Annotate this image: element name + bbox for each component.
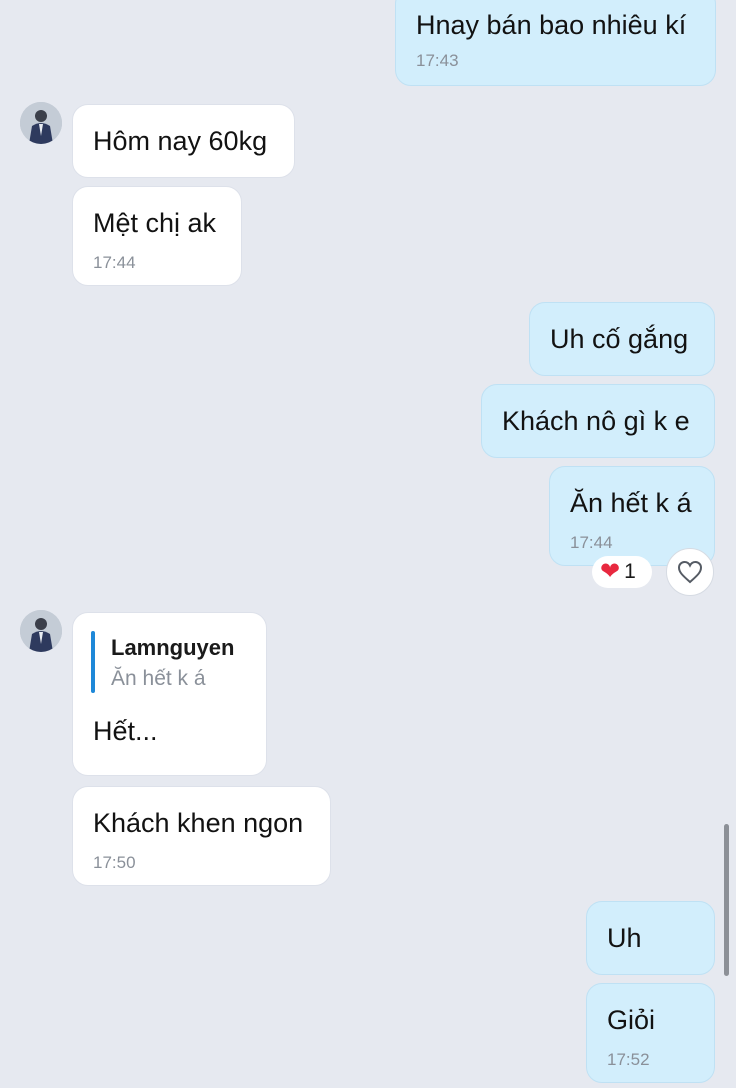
- message-text: Khách khen ngon: [93, 808, 304, 838]
- contact-avatar[interactable]: [20, 610, 62, 652]
- message-bubble-outgoing[interactable]: Hnay bán bao nhiêu kí 17:43: [395, 0, 716, 86]
- react-button[interactable]: [666, 548, 714, 596]
- avatar-image: [20, 102, 62, 144]
- heart-outline-icon: [677, 560, 703, 584]
- message-time: 17:44: [570, 533, 613, 552]
- reaction-badge[interactable]: ❤ 1: [592, 556, 652, 588]
- message-bubble-outgoing[interactable]: Uh cố gắng: [529, 302, 715, 376]
- reaction-count: 1: [624, 560, 636, 583]
- message-bubble-incoming[interactable]: Hôm nay 60kg: [72, 104, 295, 178]
- message-text: Mệt chị ak: [93, 208, 217, 238]
- contact-avatar[interactable]: [20, 102, 62, 144]
- message-text: Hôm nay 60kg: [93, 126, 268, 156]
- message-text: Hết...: [93, 716, 158, 746]
- message-text: Uh cố gắng: [550, 324, 689, 354]
- quote-accent-bar: [91, 631, 95, 693]
- message-text: Giỏi: [607, 1005, 656, 1035]
- message-time: 17:43: [416, 51, 459, 70]
- message-bubble-outgoing[interactable]: Khách nô gì k e: [481, 384, 715, 458]
- message-text: Ăn hết k á: [570, 488, 692, 518]
- message-bubble-incoming-reply[interactable]: Lamnguyen Ăn hết k á Hết...: [72, 612, 267, 776]
- message-text: Uh: [607, 923, 642, 953]
- message-text: Hnay bán bao nhiêu kí: [416, 10, 687, 40]
- scrollbar[interactable]: [724, 824, 729, 976]
- heart-icon: ❤: [600, 558, 621, 585]
- quote-sender-name: Lamnguyen: [111, 635, 235, 660]
- message-time: 17:52: [607, 1050, 650, 1069]
- message-bubble-outgoing[interactable]: Uh: [586, 901, 715, 975]
- avatar-image: [20, 610, 62, 652]
- message-time: 17:44: [93, 253, 136, 272]
- message-bubble-incoming[interactable]: Khách khen ngon 17:50: [72, 786, 331, 886]
- message-bubble-outgoing[interactable]: Giỏi 17:52: [586, 983, 715, 1083]
- quote-text: Ăn hết k á: [111, 667, 206, 690]
- message-bubble-incoming[interactable]: Mệt chị ak 17:44: [72, 186, 242, 286]
- message-text: Khách nô gì k e: [502, 406, 690, 436]
- message-time: 17:50: [93, 853, 136, 872]
